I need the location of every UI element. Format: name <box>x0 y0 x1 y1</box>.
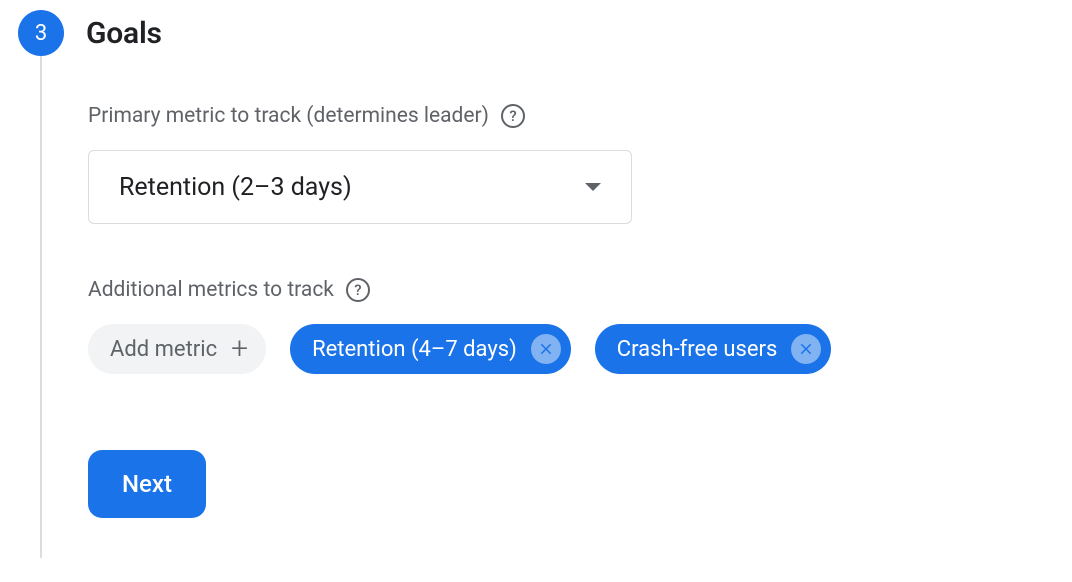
close-icon <box>797 340 815 358</box>
metrics-chips-row: Add metric + Retention (4–7 days) Crash-… <box>88 324 1072 374</box>
primary-metric-select[interactable]: Retention (2–3 days) <box>88 150 632 224</box>
help-icon[interactable]: ? <box>501 104 525 128</box>
primary-metric-value: Retention (2–3 days) <box>119 173 352 202</box>
metric-chip[interactable]: Retention (4–7 days) <box>290 324 571 374</box>
step-header: 3 Goals <box>0 0 1072 56</box>
metric-chip-label: Crash-free users <box>617 337 778 362</box>
primary-metric-label: Primary metric to track (determines lead… <box>88 104 1072 128</box>
remove-metric-button[interactable] <box>531 334 561 364</box>
next-button[interactable]: Next <box>88 450 206 518</box>
remove-metric-button[interactable] <box>791 334 821 364</box>
metric-chip[interactable]: Crash-free users <box>595 324 832 374</box>
metric-chip-label: Retention (4–7 days) <box>312 337 517 362</box>
chevron-down-icon <box>585 183 601 191</box>
help-icon[interactable]: ? <box>346 278 370 302</box>
primary-metric-label-text: Primary metric to track (determines lead… <box>88 104 489 128</box>
close-icon <box>537 340 555 358</box>
plus-icon: + <box>231 334 248 364</box>
step-title: Goals <box>86 16 162 51</box>
add-metric-button[interactable]: Add metric + <box>88 324 266 374</box>
additional-metrics-label-text: Additional metrics to track <box>88 278 334 302</box>
additional-metrics-label: Additional metrics to track ? <box>88 278 1072 302</box>
step-body: Primary metric to track (determines lead… <box>40 56 1072 558</box>
add-metric-label: Add metric <box>110 337 217 362</box>
step-number-badge: 3 <box>18 10 64 56</box>
